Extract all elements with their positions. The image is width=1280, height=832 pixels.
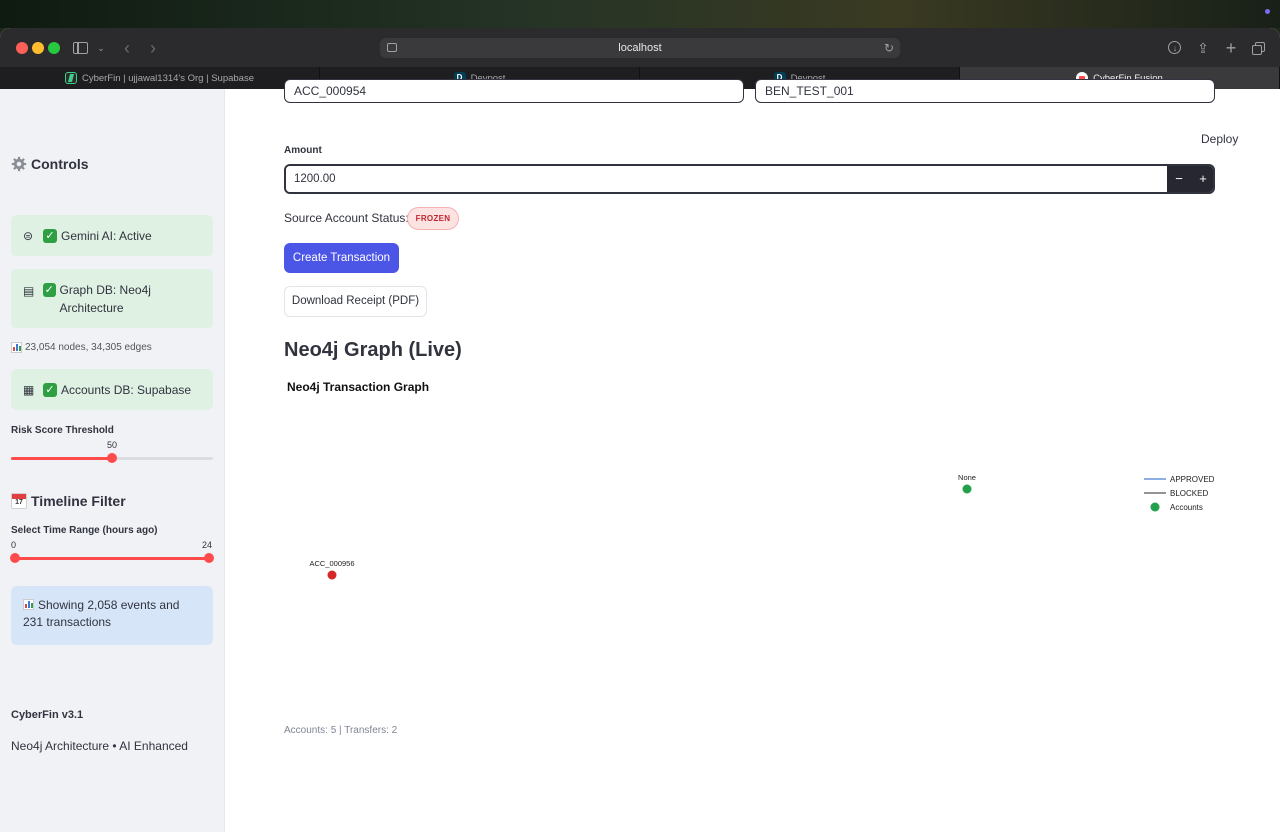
reload-icon[interactable]: ↻: [884, 38, 894, 58]
cabinet-icon: ▤: [23, 284, 35, 298]
check-icon: ✓: [43, 228, 57, 243]
transaction-graph-svg: Neo4j Transaction GraphNoneACC_000956ACC…: [287, 380, 1215, 756]
source-status-label: Source Account Status:: [284, 211, 409, 225]
url-text: localhost: [618, 42, 662, 54]
minimize-window-button[interactable]: [32, 42, 44, 54]
legend-swatch: [1150, 502, 1160, 512]
frozen-status-badge: FROZEN: [407, 207, 459, 230]
forward-arrow-icon[interactable]: ›: [146, 38, 160, 58]
main-content: ACC_000954 BEN_TEST_001 Deploy Amount − …: [225, 79, 1280, 832]
app-page: Controls ⊜ ✓ Gemini AI: Active ▤ ✓ Graph…: [0, 79, 1280, 832]
tagline: Neo4j Architecture • AI Enhanced: [11, 739, 188, 753]
browser-window: ⌄ ‹ › localhost ↻ ↓ ⇪ + CyberFin | ujjaw…: [0, 28, 1280, 832]
chevron-down-icon[interactable]: ⌄: [96, 38, 106, 58]
legend-label: Accounts: [1170, 503, 1203, 512]
address-bar[interactable]: localhost ↻: [380, 38, 900, 58]
download-receipt-button[interactable]: Download Receipt (PDF): [284, 286, 427, 317]
graph-stats: 23,054 nodes, 34,305 edges: [11, 342, 152, 353]
summary-text: Showing 2,058 events and 231 transaction…: [23, 598, 180, 629]
tab-overview-icon[interactable]: [1250, 38, 1268, 58]
gemini-status-card: ⊜ ✓ Gemini AI: Active: [11, 215, 213, 256]
amount-label: Amount: [284, 145, 322, 156]
decrement-button[interactable]: −: [1167, 166, 1191, 192]
time-range-label: Select Time Range (hours ago): [11, 525, 158, 536]
increment-button[interactable]: +: [1191, 166, 1213, 192]
close-window-button[interactable]: [16, 42, 28, 54]
controls-title: Controls: [31, 156, 89, 172]
transaction-graph: Neo4j Transaction GraphNoneACC_000956ACC…: [284, 374, 1224, 756]
version-label: CyberFin v3.1: [11, 709, 84, 721]
create-transaction-button[interactable]: Create Transaction: [284, 243, 399, 273]
graph-footer: Accounts: 5 | Transfers: 2: [284, 725, 398, 736]
time-range-min: 0: [11, 540, 17, 550]
calendar-icon: 17: [11, 493, 27, 509]
summary-card: Showing 2,058 events and 231 transaction…: [11, 586, 213, 645]
graph-db-status-text: Graph DB: Neo4j Architecture: [59, 283, 151, 315]
risk-threshold-slider[interactable]: [11, 453, 213, 463]
accounts-db-status-card: ▦ ✓ Accounts DB: Supabase: [11, 369, 213, 410]
risk-threshold-label: Risk Score Threshold: [11, 425, 114, 436]
legend-label: BLOCKED: [1170, 489, 1208, 498]
amount-input[interactable]: [286, 166, 1166, 192]
sidebar: Controls ⊜ ✓ Gemini AI: Active ▤ ✓ Graph…: [0, 89, 225, 832]
beneficiary-input[interactable]: BEN_TEST_001: [755, 79, 1215, 103]
bar-chart-icon: [11, 342, 22, 353]
supabase-icon: [64, 72, 77, 84]
risk-threshold-fill: [11, 457, 112, 460]
bar-chart-icon: [23, 599, 34, 610]
downloads-icon[interactable]: ↓: [1166, 38, 1184, 58]
check-icon: ✓: [43, 283, 56, 297]
legend-label: APPROVED: [1170, 475, 1215, 484]
graph-node: [962, 484, 972, 494]
graph-node-label: ACC_000956: [309, 559, 354, 568]
share-icon[interactable]: ⇪: [1194, 38, 1212, 58]
graph-stats-text: 23,054 nodes, 34,305 edges: [25, 342, 152, 353]
graph-db-status-card: ▤ ✓ Graph DB: Neo4j Architecture: [11, 269, 213, 328]
gear-icon: [11, 156, 27, 172]
controls-heading: Controls: [11, 156, 89, 172]
timeline-title: Timeline Filter: [31, 493, 126, 509]
time-range-max-thumb[interactable]: [204, 553, 214, 563]
desktop-background: [0, 0, 1280, 28]
new-tab-icon[interactable]: +: [1222, 38, 1240, 58]
source-account-input[interactable]: ACC_000954: [284, 79, 744, 103]
graph-section-title: Neo4j Graph (Live): [284, 339, 462, 361]
graph-node: [327, 570, 337, 580]
tab-label: CyberFin | ujjawal1314's Org | Supabase: [81, 72, 255, 84]
calendar-date: 17: [15, 499, 23, 506]
time-range-slider[interactable]: [10, 553, 214, 563]
deploy-button[interactable]: Deploy: [1201, 132, 1238, 146]
timeline-heading: 17 Timeline Filter: [11, 493, 126, 509]
time-range-min-thumb[interactable]: [10, 553, 20, 563]
sidebar-toggle-icon[interactable]: [72, 38, 90, 58]
back-arrow-icon[interactable]: ‹: [120, 38, 134, 58]
check-icon: ✓: [43, 382, 57, 397]
graph-node-label: None: [958, 473, 976, 482]
accounts-db-status-text: Accounts DB: Supabase: [61, 382, 192, 397]
graph-title: Neo4j Transaction Graph: [287, 380, 429, 394]
time-range-max: 24: [202, 540, 213, 550]
browser-toolbar: ⌄ ‹ › localhost ↻ ↓ ⇪ +: [0, 28, 1280, 67]
gemini-status-text: Gemini AI: Active: [61, 228, 152, 243]
risk-threshold-value: 50: [107, 440, 118, 450]
status-dot-icon: [1265, 9, 1270, 14]
tab-supabase[interactable]: CyberFin | ujjawal1314's Org | Supabase: [0, 67, 320, 89]
robot-icon: ⊜: [23, 228, 34, 243]
risk-threshold-thumb[interactable]: [107, 453, 117, 463]
amount-field: − +: [284, 164, 1215, 194]
bricks-icon: ▦: [23, 382, 35, 397]
maximize-window-button[interactable]: [48, 42, 60, 54]
